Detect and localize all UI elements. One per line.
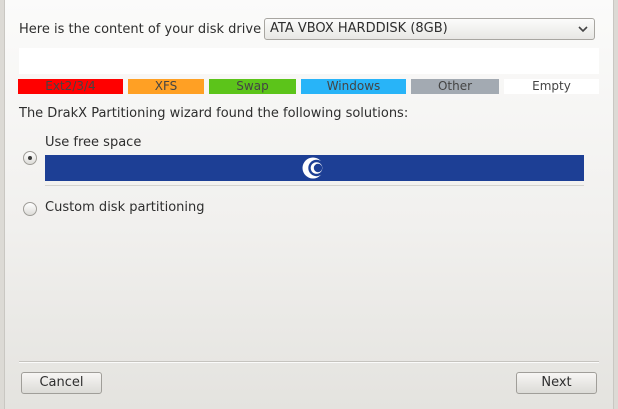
drive-label: Here is the content of your disk drive xyxy=(19,22,262,37)
partition-legend: Ext2/3/4 XFS Swap Windows Other Empty xyxy=(18,79,599,94)
legend-windows: Windows xyxy=(301,79,406,94)
legend-xfs-label: XFS xyxy=(154,79,178,93)
legend-windows-label: Windows xyxy=(326,79,381,93)
free-space-bar[interactable] xyxy=(45,155,584,181)
mageia-logo-icon xyxy=(302,157,325,179)
drive-select[interactable]: ATA VBOX HARDDISK (8GB) xyxy=(264,18,595,40)
drive-row: Here is the content of your disk drive A… xyxy=(19,18,599,42)
drive-select-value: ATA VBOX HARDDISK (8GB) xyxy=(270,21,448,36)
free-space-bar-shadow xyxy=(45,185,584,186)
legend-swap: Swap xyxy=(209,79,296,94)
chevron-down-icon xyxy=(578,26,588,33)
solutions-title: The DrakX Partitioning wizard found the … xyxy=(19,106,409,121)
legend-xfs: XFS xyxy=(128,79,204,94)
use-free-space-label[interactable]: Use free space xyxy=(45,135,141,150)
custom-partitioning-radio[interactable] xyxy=(23,202,37,216)
legend-other: Other xyxy=(411,79,499,94)
legend-swap-label: Swap xyxy=(236,79,269,93)
use-free-space-radio[interactable] xyxy=(23,151,37,165)
legend-ext-label: Ext2/3/4 xyxy=(45,79,96,93)
footer-separator xyxy=(19,361,599,363)
legend-empty: Empty xyxy=(504,79,599,94)
window-frame-left xyxy=(0,0,5,409)
custom-partitioning-label[interactable]: Custom disk partitioning xyxy=(45,200,205,215)
window-frame-right xyxy=(613,0,618,409)
next-button[interactable]: Next xyxy=(516,372,597,394)
legend-other-label: Other xyxy=(437,79,473,93)
cancel-button[interactable]: Cancel xyxy=(21,372,102,394)
radio-selected-dot xyxy=(28,156,32,160)
legend-empty-label: Empty xyxy=(532,79,571,93)
disk-partition-map xyxy=(19,48,599,74)
legend-ext: Ext2/3/4 xyxy=(18,79,123,94)
